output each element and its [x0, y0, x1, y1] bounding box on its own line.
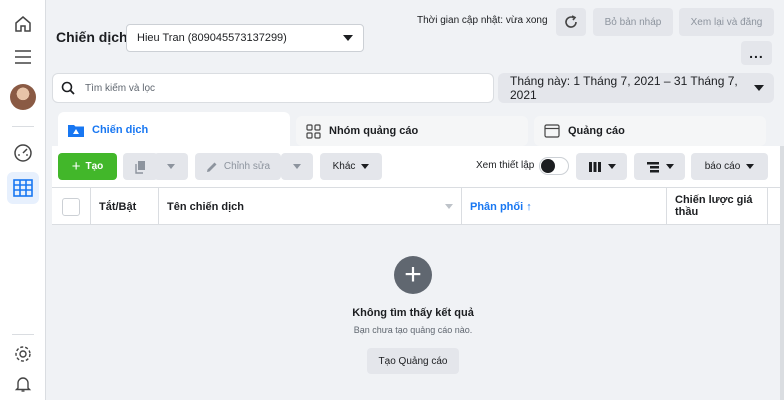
avatar[interactable]	[10, 84, 36, 110]
date-range-label: Tháng này: 1 Tháng 7, 2021 – 31 Tháng 7,…	[510, 74, 738, 102]
more-actions-label: Khác	[332, 161, 356, 172]
view-setup-label: Xem thiết lập	[476, 160, 535, 171]
tab-label: Nhóm quảng cáo	[329, 125, 419, 137]
breakdown-button[interactable]	[634, 153, 685, 180]
edit-label: Chỉnh sửa	[223, 161, 271, 172]
tab-ads[interactable]: Quảng cáo	[534, 116, 766, 146]
select-all-cell	[52, 188, 91, 225]
ad-icon	[544, 124, 560, 138]
review-publish-button[interactable]: Xem lại và đăng	[679, 8, 774, 36]
grid-icon	[306, 123, 321, 139]
left-rail	[0, 0, 46, 400]
create-button[interactable]: + Tạo	[58, 153, 117, 180]
columns-icon	[588, 161, 601, 172]
edit-dropdown[interactable]	[281, 153, 313, 180]
tab-ad-sets[interactable]: Nhóm quảng cáo	[296, 116, 528, 146]
more-actions-button[interactable]: Khác	[320, 153, 382, 180]
tab-campaigns[interactable]: Chiến dịch	[58, 112, 290, 148]
add-circle-icon: +	[394, 256, 432, 294]
columns-button[interactable]	[576, 153, 627, 180]
chevron-down-icon	[746, 164, 755, 169]
last-updated-text: Thời gian cập nhật: vừa xong	[417, 15, 548, 26]
empty-state-title: Không tìm thấy kết quả	[352, 307, 474, 319]
duplicate-icon	[134, 160, 145, 174]
duplicate-button[interactable]	[123, 153, 158, 180]
create-ad-button[interactable]: Tạo Quảng cáo	[367, 348, 459, 374]
column-header-delivery[interactable]: Phân phối ↑	[462, 188, 667, 225]
rail-divider	[12, 126, 34, 127]
menu-icon[interactable]	[11, 45, 35, 69]
duplicate-dropdown[interactable]	[154, 153, 188, 180]
table-header: Tắt/Bật Tên chiến dịch Phân phối ↑ Chiến…	[52, 187, 780, 225]
empty-state-subtitle: Bạn chưa tạo quảng cáo nào.	[353, 325, 473, 335]
date-range-picker[interactable]: Tháng này: 1 Tháng 7, 2021 – 31 Tháng 7,…	[498, 73, 774, 103]
reports-label: báo cáo	[704, 161, 741, 172]
refresh-button[interactable]	[556, 8, 586, 36]
dashboard-icon[interactable]	[11, 141, 35, 165]
chevron-down-icon	[343, 35, 353, 41]
search-bar[interactable]: Tìm kiếm và lọc	[52, 73, 494, 103]
tab-label: Chiến dịch	[92, 124, 149, 136]
more-options-button[interactable]: ...	[741, 41, 772, 65]
chevron-down-icon	[607, 164, 616, 169]
column-label: Tên chiến dịch	[167, 200, 245, 213]
chevron-down-icon	[445, 204, 453, 209]
reports-button[interactable]: báo cáo	[691, 153, 768, 180]
chevron-down-icon	[754, 85, 764, 91]
view-setup-toggle[interactable]	[539, 157, 569, 175]
gear-icon[interactable]	[11, 342, 35, 366]
scrollbar[interactable]	[780, 146, 784, 400]
tab-label: Quảng cáo	[568, 125, 625, 137]
breakdown-icon	[646, 161, 659, 172]
select-all-checkbox[interactable]	[62, 198, 80, 216]
column-header-bid-strategy[interactable]: Chiến lược giá thầu	[667, 188, 768, 225]
discard-drafts-button[interactable]: Bỏ bản nháp	[593, 8, 673, 36]
edit-button[interactable]: Chỉnh sửa	[195, 153, 281, 180]
home-icon[interactable]	[11, 12, 35, 36]
refresh-icon	[565, 15, 577, 28]
pencil-icon	[206, 162, 217, 172]
chevron-down-icon	[293, 164, 301, 169]
ads-manager-icon[interactable]	[7, 172, 39, 204]
search-input[interactable]: Tìm kiếm và lọc	[85, 83, 155, 94]
plus-icon: +	[71, 158, 81, 175]
page-title: Chiến dịch	[56, 29, 128, 45]
search-icon	[61, 81, 75, 95]
account-name: Hieu Tran (809045573137299)	[137, 32, 287, 44]
folder-icon	[68, 125, 84, 137]
account-selector[interactable]: Hieu Tran (809045573137299)	[126, 24, 364, 52]
chevron-down-icon	[167, 164, 175, 169]
rail-divider	[12, 334, 34, 335]
chevron-down-icon	[665, 164, 674, 169]
create-label: Tạo	[85, 161, 104, 172]
chevron-down-icon	[361, 164, 370, 169]
column-header-toggle[interactable]: Tắt/Bật	[91, 188, 159, 225]
column-header-campaign-name[interactable]: Tên chiến dịch	[159, 188, 462, 225]
bell-icon[interactable]	[11, 372, 35, 396]
